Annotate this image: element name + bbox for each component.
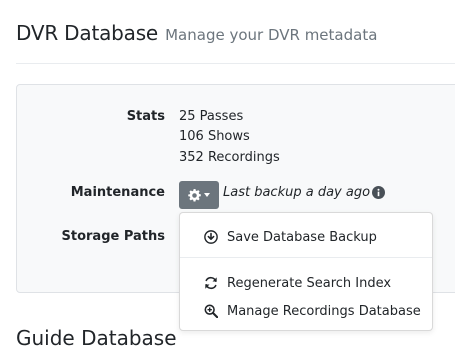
caret-down-icon xyxy=(204,193,210,197)
refresh-icon xyxy=(203,275,219,291)
page-subtitle: Manage your DVR metadata xyxy=(165,26,378,44)
page-header: DVR Database Manage your DVR metadata xyxy=(16,21,377,45)
stats-recordings: 352 Recordings xyxy=(179,150,280,165)
download-icon xyxy=(203,229,219,245)
last-backup-text: Last backup a day ago xyxy=(223,185,371,200)
header-divider xyxy=(16,63,455,64)
stats-shows: 106 Shows xyxy=(179,129,250,144)
stats-label: Stats xyxy=(126,109,165,124)
manage-recordings-database-label: Manage Recordings Database xyxy=(227,303,421,319)
regenerate-search-index-label: Regenerate Search Index xyxy=(227,275,392,291)
save-database-backup-item[interactable]: Save Database Backup xyxy=(180,224,432,250)
stats-passes: 25 Passes xyxy=(179,109,244,124)
manage-recordings-database-item[interactable]: Manage Recordings Database xyxy=(180,298,432,324)
dropdown-divider xyxy=(180,257,432,258)
storage-paths-label: Storage Paths xyxy=(61,229,166,244)
maintenance-dropdown-button[interactable] xyxy=(179,181,219,209)
page-title: DVR Database xyxy=(16,21,159,45)
info-circle-icon[interactable] xyxy=(372,186,385,199)
gear-icon xyxy=(188,188,201,202)
maintenance-label: Maintenance xyxy=(70,185,165,200)
guide-database-heading: Guide Database xyxy=(16,326,177,350)
save-database-backup-label: Save Database Backup xyxy=(227,229,377,245)
regenerate-search-index-item[interactable]: Regenerate Search Index xyxy=(180,270,432,296)
maintenance-dropdown-menu: Save Database Backup Regenerate Search I… xyxy=(179,212,433,331)
search-plus-icon xyxy=(203,303,219,319)
